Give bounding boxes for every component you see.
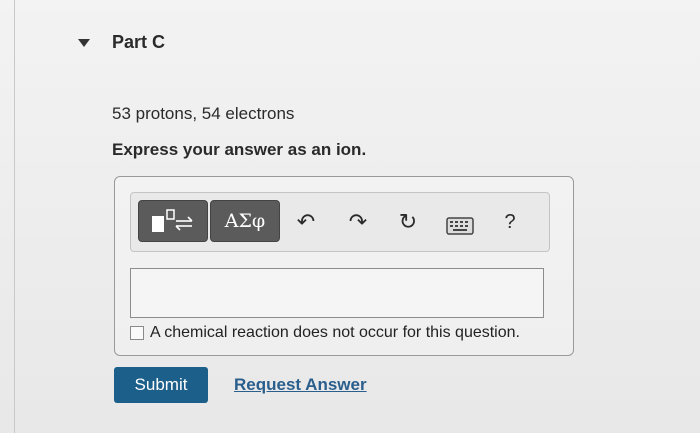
no-reaction-label[interactable]: A chemical reaction does not occur for t…: [150, 324, 520, 342]
left-divider: [14, 0, 15, 433]
undo-icon[interactable]: ↶: [294, 210, 318, 234]
question-text: 53 protons, 54 electrons: [112, 104, 295, 123]
keyboard-shape: [446, 217, 474, 235]
collapse-caret-icon[interactable]: [78, 38, 90, 47]
greek-symbols-icon: ΑΣφ: [224, 210, 266, 232]
template-button[interactable]: [138, 200, 208, 242]
answer-input[interactable]: [130, 268, 544, 318]
template-icon: [152, 209, 193, 232]
no-reaction-option[interactable]: A chemical reaction does not occur for t…: [130, 324, 520, 342]
help-icon[interactable]: ?: [498, 210, 522, 234]
part-header[interactable]: Part C: [78, 32, 165, 53]
submit-button[interactable]: Submit: [114, 367, 208, 403]
reset-icon[interactable]: ↻: [396, 210, 420, 234]
keyboard-icon[interactable]: [446, 214, 474, 238]
redo-icon[interactable]: ↷: [346, 210, 370, 234]
part-title: Part C: [112, 32, 166, 52]
page: Part C 53 protons, 54 electrons Express …: [0, 0, 700, 433]
greek-symbols-button[interactable]: ΑΣφ: [210, 200, 280, 242]
no-reaction-checkbox[interactable]: [130, 326, 144, 340]
answer-instruction: Express your answer as an ion.: [112, 140, 367, 159]
request-answer-link[interactable]: Request Answer: [234, 375, 367, 395]
